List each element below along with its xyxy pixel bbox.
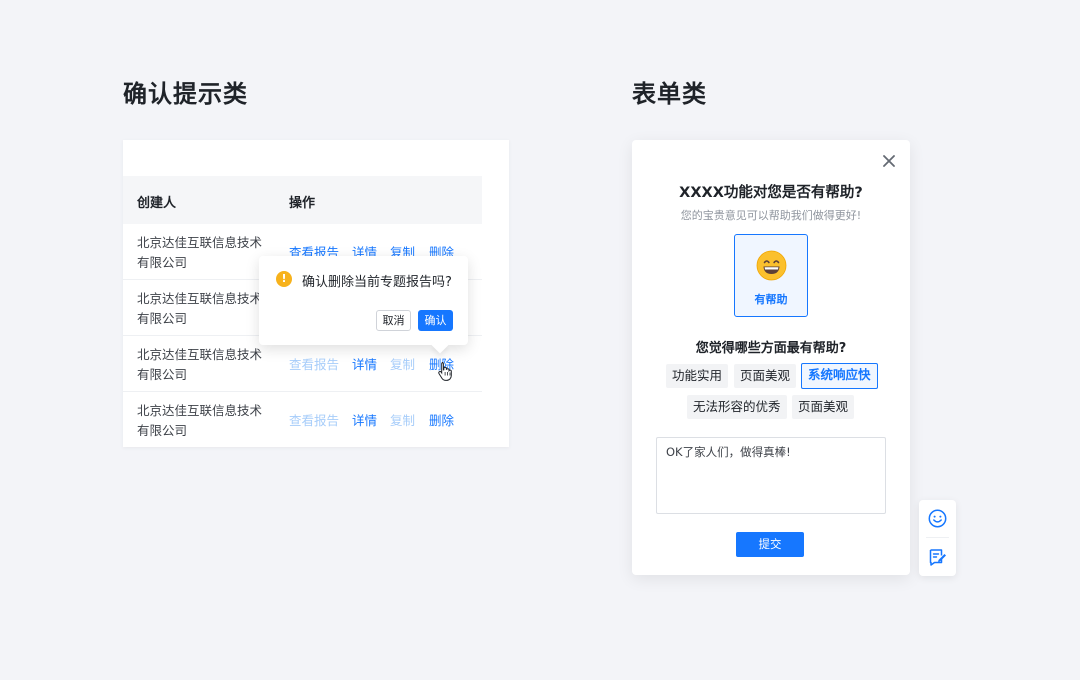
view-report-link-disabled: 查看报告 (289, 357, 340, 372)
feedback-edit-icon[interactable] (928, 547, 947, 566)
floating-toolbar (919, 500, 956, 576)
delete-popconfirm: ! 确认删除当前专题报告吗? 取消 确认 (259, 256, 468, 345)
section-title-confirm: 确认提示类 (123, 80, 248, 108)
helpful-label: 有帮助 (754, 293, 788, 306)
smiley-icon[interactable] (928, 509, 947, 528)
column-header-actions: 操作 (289, 196, 316, 211)
confirm-button[interactable]: 确认 (418, 310, 453, 331)
submit-button[interactable]: 提交 (736, 532, 804, 557)
warning-icon: ! (276, 271, 292, 287)
view-report-link-disabled: 查看报告 (289, 413, 340, 428)
copy-link-disabled: 复制 (390, 413, 416, 428)
table-header: 创建人 操作 (123, 176, 482, 224)
detail-link[interactable]: 详情 (352, 410, 377, 429)
cancel-button[interactable]: 取消 (376, 310, 411, 331)
feedback-tag-selected[interactable]: 系统响应快 (801, 363, 878, 389)
feedback-modal: XXXX功能对您是否有帮助? 您的宝贵意见可以帮助我们做得更好! 有帮助 您觉得… (632, 140, 910, 575)
column-header-creator: 创建人 (137, 196, 177, 211)
comment-input[interactable] (656, 437, 886, 514)
feedback-title: XXXX功能对您是否有帮助? (679, 185, 863, 201)
table-row: 北京达佳互联信息技术有限公司 查看报告 详情 复制 删除 (123, 392, 482, 448)
popconfirm-message: 确认删除当前专题报告吗? (302, 275, 452, 290)
helpful-option[interactable]: 有帮助 (734, 234, 808, 317)
creator-cell: 北京达佳互联信息技术有限公司 (137, 291, 263, 326)
toolbar-divider (926, 537, 949, 538)
delete-link[interactable]: 删除 (429, 410, 454, 429)
creator-cell: 北京达佳互联信息技术有限公司 (137, 235, 263, 270)
creator-cell: 北京达佳互联信息技术有限公司 (137, 347, 263, 382)
feedback-subtitle: 您的宝贵意见可以帮助我们做得更好! (680, 209, 862, 222)
creator-cell: 北京达佳互联信息技术有限公司 (137, 403, 263, 438)
hand-cursor-icon (438, 362, 452, 381)
feedback-question: 您觉得哪些方面最有帮助? (695, 341, 847, 356)
detail-link[interactable]: 详情 (352, 354, 377, 373)
feedback-tag[interactable]: 功能实用 (666, 364, 729, 388)
section-title-form: 表单类 (632, 80, 707, 108)
close-icon[interactable] (882, 154, 896, 168)
grinning-face-icon (756, 250, 787, 281)
feedback-tag[interactable]: 页面美观 (792, 395, 855, 419)
copy-link-disabled: 复制 (390, 357, 416, 372)
feedback-tag[interactable]: 无法形容的优秀 (687, 395, 787, 419)
feedback-tag[interactable]: 页面美观 (734, 364, 797, 388)
